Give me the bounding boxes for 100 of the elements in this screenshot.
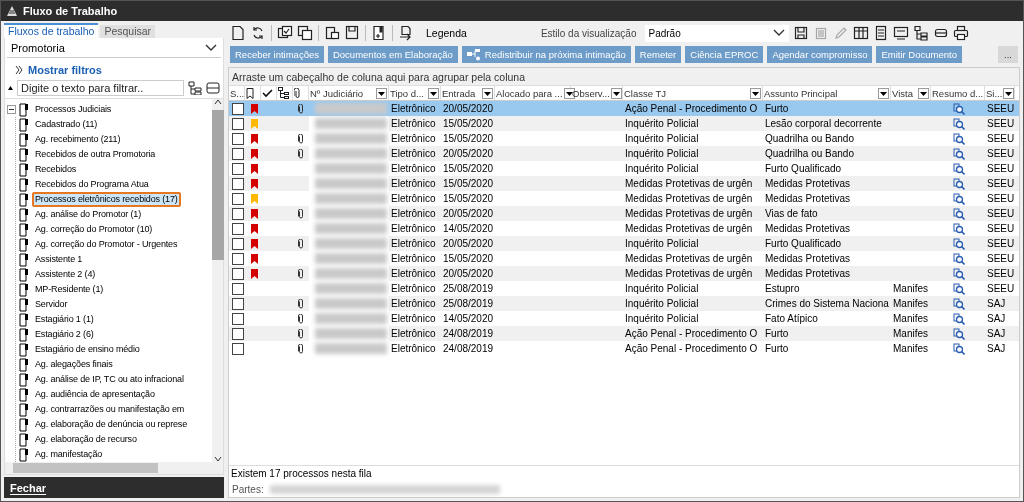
tree-item[interactable]: Cadastrado (11) (32, 117, 101, 132)
add-document-icon[interactable] (371, 25, 387, 41)
tree-item[interactable]: Ag. audiência de apresentação (32, 387, 158, 402)
tree-item[interactable]: Estagiário 1 (1) (32, 312, 97, 327)
column-header[interactable]: Vista (892, 87, 913, 99)
tree-item[interactable]: Ag. alegações finais (32, 357, 116, 372)
row-checkbox[interactable] (232, 177, 244, 190)
tree-item[interactable]: Servidor (32, 297, 71, 312)
table-row[interactable]: Eletrônico 15/05/2020 Inquérito Policial Furto Qualificado SEEU (229, 161, 1019, 176)
table-row[interactable]: Eletrônico 24/08/2019 Ação Penal - Procedimento O Furto Manifes SAJ (229, 326, 1019, 341)
table-row[interactable]: Eletrônico 20/05/2020 Medidas Protetivas de urgên Medidas Protetivas SEEU (229, 266, 1019, 281)
row-checkbox[interactable] (232, 162, 244, 175)
table-row[interactable]: Eletrônico 24/08/2019 Ação Penal - Procedimento O Furto Manifes SAJ (229, 341, 1019, 356)
row-checkbox[interactable] (232, 252, 244, 265)
tree-item[interactable]: Ag. análise do Promotor (1) (32, 207, 144, 222)
column-header[interactable]: Entrada (442, 87, 476, 99)
tree-item[interactable]: Assistente 1 (32, 252, 86, 267)
tree-item[interactable]: Assistente 2 (4) (32, 267, 99, 282)
column-header[interactable]: Classe TJ (624, 87, 667, 99)
column-header[interactable]: S... (230, 87, 245, 99)
row-checkbox[interactable] (232, 237, 244, 250)
column-header[interactable]: Alocado para ... (496, 87, 563, 99)
row-checkbox[interactable] (232, 192, 244, 205)
table-row[interactable]: Eletrônico 15/05/2020 Inquérito Policial Quadrilha ou Bando SEEU (229, 131, 1019, 146)
row-checkbox[interactable] (232, 312, 244, 325)
row-checkbox[interactable] (232, 297, 244, 310)
row-checkbox[interactable] (232, 117, 244, 130)
panel-tab[interactable]: Pesquisar (100, 25, 156, 38)
row-checkbox[interactable] (232, 342, 244, 355)
column-header[interactable]: Observ... (572, 87, 610, 99)
save-icon[interactable] (344, 25, 360, 41)
table-row[interactable]: Eletrônico 15/05/2020 Medidas Protetivas de urgên Medidas Protetivas SEEU (229, 251, 1019, 266)
column-header[interactable]: Resumo d... (932, 87, 984, 99)
vertical-scrollbar[interactable] (212, 99, 223, 462)
row-checkbox[interactable] (232, 132, 244, 145)
table-row[interactable]: Eletrônico 20/05/2020 Ação Penal - Procedimento O Furto SEEU (229, 101, 1019, 116)
tree-item[interactable]: Estagiário de ensino médio (32, 342, 143, 357)
tree-item[interactable]: Ag. recebimento (211) (32, 132, 124, 147)
copy-icon[interactable] (297, 25, 313, 41)
tree-item[interactable]: Ag. análise de IP, TC ou ato infracional (32, 372, 187, 387)
column-header[interactable]: Si... (986, 87, 1003, 99)
filter-dropdown-button[interactable] (878, 87, 889, 99)
print-icon[interactable] (952, 25, 969, 41)
legend-label[interactable]: Legenda (426, 27, 467, 39)
export-icon[interactable] (398, 25, 414, 41)
filter-dropdown-button[interactable] (610, 87, 622, 99)
table-row[interactable]: Eletrônico 15/05/2020 Inquérito Policial Lesão corporal decorrente SEEU (229, 116, 1019, 131)
table-row[interactable]: Eletrônico 25/08/2019 Inquérito Policial Crimes do Sistema Naciona Manifes SAJ (229, 296, 1019, 311)
filter-dropdown-button[interactable] (1003, 87, 1015, 99)
show-filters-link[interactable]: Mostrar filtros (28, 64, 102, 76)
tree-view-icon[interactable] (912, 25, 929, 41)
screen-icon[interactable] (892, 25, 909, 41)
more-button[interactable]: ... (998, 46, 1018, 63)
column-header[interactable]: Tipo d... (390, 87, 424, 99)
tree-item[interactable]: Recebidos do Programa Atua (32, 177, 152, 192)
table-row[interactable]: Eletrônico 14/05/2020 Medidas Protetivas de urgên Medidas Protetivas SEEU (229, 221, 1019, 236)
row-checkbox[interactable] (232, 327, 244, 340)
columns-icon[interactable] (852, 25, 869, 41)
filter-field[interactable]: Digite o texto para filtrar.. (17, 80, 184, 96)
filter-dropdown-button[interactable] (376, 87, 387, 99)
tree-item[interactable]: Ag. elaboração de denúncia ou represe (32, 417, 191, 432)
tree-item[interactable]: Ag. manifestação (32, 447, 106, 462)
panel-tab[interactable]: Fluxos de trabalho (4, 23, 99, 38)
tree-item[interactable]: Processos Judiciais (32, 102, 115, 117)
refresh-icon[interactable] (250, 25, 266, 41)
row-checkbox[interactable] (232, 147, 244, 160)
column-header[interactable]: Nº Judiciário (310, 87, 364, 99)
view-style-dropdown[interactable]: Padrão (644, 24, 789, 42)
tree-item[interactable]: Ag. correção do Promotor (10) (32, 222, 156, 237)
tree-item[interactable]: Recebidos (32, 162, 80, 177)
tree-item[interactable]: Estagiário 2 (6) (32, 327, 97, 342)
table-row[interactable]: Eletrônico 20/05/2020 Inquérito Policial Furto Qualificado SEEU (229, 236, 1019, 251)
table-row[interactable]: Eletrônico 20/05/2020 Inquérito Policial Quadrilha ou Bando SEEU (229, 146, 1019, 161)
checklist-icon[interactable] (277, 25, 293, 41)
table-row[interactable]: Eletrônico 20/05/2020 Medidas Protetivas de urgên Vias de fato SEEU (229, 206, 1019, 221)
column-header[interactable]: Assunto Principal (764, 87, 838, 99)
filter-dropdown-button[interactable] (428, 87, 439, 99)
table-row[interactable]: Eletrônico 15/05/2020 Medidas Protetivas de urgên Medidas Protetivas SEEU (229, 176, 1019, 191)
filter-dropdown-button[interactable] (918, 87, 929, 99)
row-checkbox[interactable] (232, 102, 244, 115)
tree-item[interactable]: Ag. contrarrazões ou manifestação em (32, 402, 188, 417)
filter-dropdown-button[interactable] (482, 87, 493, 99)
horizontal-scrollbar[interactable] (5, 462, 223, 474)
tree-item[interactable]: Ag. elaboração de recurso (32, 432, 140, 447)
row-checkbox[interactable] (232, 282, 244, 295)
tree-item[interactable]: Processos eletrônicos recebidos (17) (32, 192, 181, 207)
tree-item[interactable]: Recebidos de outra Promotoria (32, 147, 159, 162)
paste-icon[interactable] (324, 25, 340, 41)
filter-dropdown-button[interactable] (750, 87, 761, 99)
row-checkbox[interactable] (232, 267, 244, 280)
new-document-icon[interactable] (230, 25, 246, 41)
table-row[interactable]: Eletrônico 25/08/2019 Inquérito Policial Estupro Manifes SEEU (229, 281, 1019, 296)
tree-item[interactable]: Ag. correção do Promotor - Urgentes (32, 237, 181, 252)
tree-item[interactable]: MP-Residente (1) (32, 282, 107, 297)
close-button[interactable]: Fechar (10, 481, 47, 494)
table-row[interactable]: Eletrônico 14/05/2020 Inquérito Policial Fato Atípico Manifes SAJ (229, 311, 1019, 326)
row-checkbox[interactable] (232, 207, 244, 220)
table-row[interactable]: Eletrônico 15/05/2020 Medidas Protetivas de urgên Medidas Protetivas SEEU (229, 191, 1019, 206)
row-checkbox[interactable] (232, 222, 244, 235)
save-icon[interactable] (792, 25, 809, 41)
